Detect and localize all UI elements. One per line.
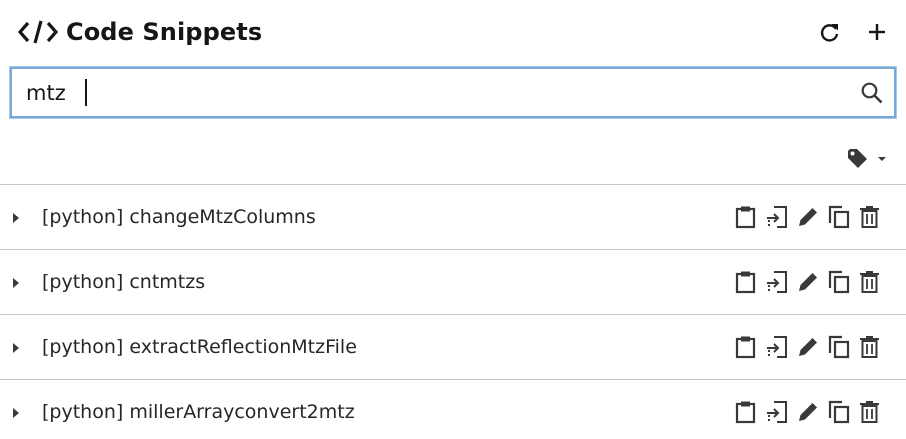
search-box bbox=[10, 67, 896, 118]
copy-to-clipboard-icon bbox=[735, 271, 756, 294]
duplicate-button[interactable] bbox=[827, 335, 850, 359]
snippet-title: [python] extractReflectionMtzFile bbox=[42, 336, 357, 358]
insert-icon bbox=[767, 336, 787, 358]
delete-button[interactable] bbox=[858, 270, 881, 294]
expand-caret-icon[interactable] bbox=[13, 278, 19, 288]
insert-button[interactable] bbox=[765, 335, 788, 359]
copy-button[interactable] bbox=[734, 400, 757, 424]
search-icon[interactable] bbox=[860, 81, 884, 105]
expand-caret-icon[interactable] bbox=[13, 408, 19, 418]
insert-button[interactable] bbox=[765, 270, 788, 294]
row-actions bbox=[734, 270, 881, 294]
duplicate-button[interactable] bbox=[827, 400, 850, 424]
duplicate-icon bbox=[828, 270, 849, 294]
search-input[interactable] bbox=[26, 69, 846, 116]
snippet-title: [python] changeMtzColumns bbox=[42, 206, 316, 228]
caret-down-icon bbox=[878, 157, 886, 161]
expand-caret-icon[interactable] bbox=[13, 343, 19, 353]
snippet-title: [python] millerArrayconvert2mtz bbox=[42, 401, 355, 423]
copy-button[interactable] bbox=[734, 205, 757, 229]
tag-filter-button[interactable] bbox=[846, 146, 892, 172]
row-actions bbox=[734, 400, 881, 424]
delete-icon bbox=[860, 271, 879, 293]
delete-icon bbox=[860, 206, 879, 228]
header: Code Snippets bbox=[0, 0, 906, 64]
tag-icon bbox=[848, 149, 867, 168]
edit-icon bbox=[798, 208, 817, 226]
add-icon bbox=[869, 24, 885, 40]
delete-icon bbox=[860, 401, 879, 423]
insert-icon bbox=[767, 401, 787, 423]
edit-button[interactable] bbox=[796, 335, 819, 359]
refresh-button[interactable] bbox=[815, 17, 845, 47]
title-area: Code Snippets bbox=[18, 14, 262, 50]
duplicate-icon bbox=[828, 335, 849, 359]
snippet-title: [python] cntmtzs bbox=[42, 271, 206, 293]
text-cursor bbox=[85, 79, 87, 106]
duplicate-icon bbox=[828, 400, 849, 424]
insert-button[interactable] bbox=[765, 205, 788, 229]
delete-icon bbox=[860, 336, 879, 358]
delete-button[interactable] bbox=[858, 400, 881, 424]
duplicate-icon bbox=[828, 205, 849, 229]
delete-button[interactable] bbox=[858, 205, 881, 229]
filter-bar bbox=[0, 140, 906, 180]
snippet-list: [python] changeMtzColumns [python] cntmt… bbox=[0, 184, 906, 439]
edit-icon bbox=[798, 273, 817, 291]
edit-button[interactable] bbox=[796, 270, 819, 294]
copy-to-clipboard-icon bbox=[735, 336, 756, 359]
insert-icon bbox=[767, 271, 787, 293]
add-snippet-button[interactable] bbox=[862, 17, 892, 47]
edit-button[interactable] bbox=[796, 400, 819, 424]
snippet-row[interactable]: [python] cntmtzs bbox=[0, 249, 906, 314]
snippet-row[interactable]: [python] changeMtzColumns bbox=[0, 184, 906, 249]
duplicate-button[interactable] bbox=[827, 270, 850, 294]
insert-icon bbox=[767, 206, 787, 228]
copy-to-clipboard-icon bbox=[735, 401, 756, 424]
snippet-row[interactable]: [python] millerArrayconvert2mtz bbox=[0, 379, 906, 439]
edit-icon bbox=[798, 403, 817, 421]
edit-button[interactable] bbox=[796, 205, 819, 229]
copy-button[interactable] bbox=[734, 335, 757, 359]
row-actions bbox=[734, 335, 881, 359]
insert-button[interactable] bbox=[765, 400, 788, 424]
delete-button[interactable] bbox=[858, 335, 881, 359]
copy-to-clipboard-icon bbox=[735, 206, 756, 229]
refresh-icon bbox=[820, 24, 839, 42]
snippet-row[interactable]: [python] extractReflectionMtzFile bbox=[0, 314, 906, 379]
row-actions bbox=[734, 205, 881, 229]
expand-caret-icon[interactable] bbox=[13, 213, 19, 223]
code-icon bbox=[18, 17, 60, 47]
copy-button[interactable] bbox=[734, 270, 757, 294]
duplicate-button[interactable] bbox=[827, 205, 850, 229]
edit-icon bbox=[798, 338, 817, 356]
page-title: Code Snippets bbox=[66, 18, 263, 46]
